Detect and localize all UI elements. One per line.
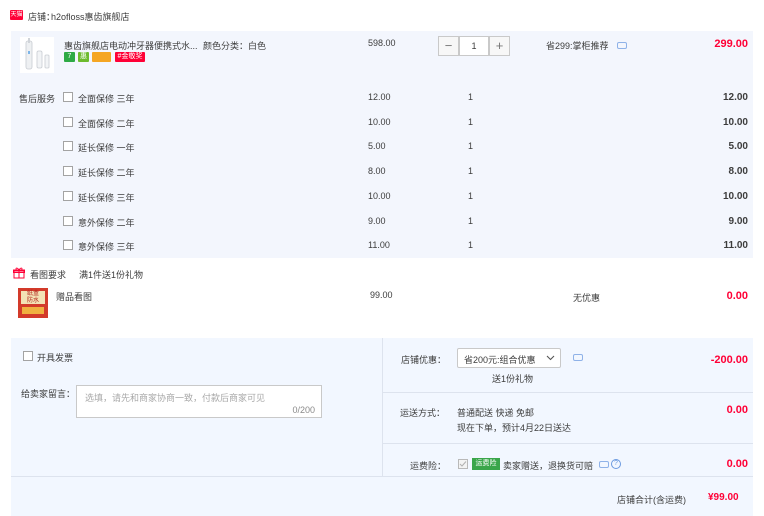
insurance-label: 运费险： (410, 461, 447, 471)
service-option-checkbox[interactable] (63, 117, 73, 127)
service-option-name: 延长保修 一年 (78, 143, 135, 153)
quantity-input[interactable]: 1 (459, 36, 489, 56)
shop-total-label: 店铺合计(含运费) (617, 495, 686, 505)
service-option-price: 5.00 (368, 141, 386, 151)
insurance-checkbox[interactable] (458, 459, 468, 469)
shop-discount-gift: 送1份礼物 (492, 374, 534, 384)
water-flosser-icon (25, 38, 50, 70)
service-option-total: 10.00 (722, 117, 748, 128)
service-option-total: 9.00 (728, 216, 748, 227)
product-unit-price: 598.00 (368, 38, 396, 48)
product-tag-award: #金敬奖 (115, 52, 145, 62)
service-option-name: 延长保修 三年 (78, 193, 135, 203)
insurance-amount: 0.00 (726, 458, 748, 470)
row-divider (383, 443, 753, 444)
insurance-badge: 运费险 (472, 458, 500, 470)
quantity-decrease-button[interactable]: − (438, 36, 459, 56)
service-option-checkbox[interactable] (63, 166, 73, 176)
chat-icon[interactable] (573, 354, 583, 361)
gift-rule: 满1件送1份礼物 (79, 270, 144, 280)
service-option-name: 全面保修 二年 (78, 119, 135, 129)
product-tag-7day: 7 (64, 52, 75, 62)
service-option-price: 9.00 (368, 216, 386, 226)
invoice-checkbox[interactable] (23, 351, 33, 361)
product-attr: 颜色分类：白色 (203, 41, 267, 51)
gift-total: 0.00 (726, 290, 748, 302)
row-divider (383, 392, 753, 393)
chat-icon[interactable] (617, 42, 627, 49)
service-option-checkbox[interactable] (63, 216, 73, 226)
help-icon[interactable]: ? (611, 459, 621, 469)
chevron-down-icon (546, 355, 555, 361)
service-option-price: 10.00 (368, 191, 391, 201)
row-divider (11, 476, 753, 477)
service-option-qty: 1 (468, 141, 474, 151)
gift-label: 看图要求 (30, 270, 67, 280)
service-label: 售后服务 (19, 94, 56, 104)
check-icon (459, 461, 467, 467)
gift-thumbnail-text: 纸盒 防水 (21, 291, 45, 304)
discount-note: 省299:掌柜推荐 (546, 41, 609, 51)
gift-thumbnail[interactable]: 纸盒 防水 (18, 288, 48, 318)
shop-header: 天猫 店铺： h2ofloss惠齿旗舰店 (0, 0, 764, 30)
service-option-name: 全面保修 三年 (78, 94, 135, 104)
message-counter: 0/200 (292, 405, 315, 415)
service-option-name: 意外保修 二年 (78, 218, 135, 228)
product-image[interactable] (20, 37, 54, 73)
shop-discount-label: 店铺优惠： (401, 355, 447, 365)
insurance-desc: 卖家赠送，退换货可赔 (503, 461, 594, 471)
product-subtotal: 299.00 (714, 38, 748, 50)
tmall-badge: 天猫 (10, 10, 23, 20)
gift-item-name: 赠品看图 (56, 292, 93, 302)
service-option-total: 5.00 (728, 141, 748, 152)
service-option-checkbox[interactable] (63, 191, 73, 201)
shipping-amount: 0.00 (726, 404, 748, 416)
shop-discount-selected: 省200元:组合优惠 (464, 355, 536, 365)
service-option-name: 意外保修 三年 (78, 242, 135, 252)
service-option-total: 10.00 (722, 191, 748, 202)
gift-icon (13, 267, 25, 279)
service-option-checkbox[interactable] (63, 141, 73, 151)
shop-discount-amount: -200.00 (710, 354, 748, 366)
shipping-eta: 现在下单，预计4月22日送达 (457, 423, 572, 433)
service-option-price: 12.00 (368, 92, 391, 102)
service-option-price: 10.00 (368, 117, 391, 127)
shop-total-amount: ¥99.00 (708, 492, 739, 503)
service-option-qty: 1 (468, 191, 474, 201)
service-option-name: 延长保修 二年 (78, 168, 135, 178)
message-placeholder: 选填，请先和商家协商一致，付款后商家可见 (85, 393, 266, 403)
service-option-price: 8.00 (368, 166, 386, 176)
service-option-qty: 1 (468, 216, 474, 226)
service-option-qty: 1 (468, 92, 474, 102)
chat-icon[interactable] (599, 461, 609, 468)
message-textarea[interactable]: 选填，请先和商家协商一致，付款后商家可见 0/200 (76, 385, 322, 418)
service-option-total: 12.00 (722, 92, 748, 103)
gift-discount: 无优惠 (573, 293, 601, 303)
quantity-value: 1 (471, 41, 477, 51)
service-option-qty: 1 (468, 166, 474, 176)
service-option-qty: 1 (468, 117, 474, 127)
shop-discount-select[interactable]: 省200元:组合优惠 (457, 348, 561, 368)
gift-price: 99.00 (370, 290, 393, 300)
service-option-checkbox[interactable] (63, 92, 73, 102)
message-label: 给卖家留言： (21, 389, 76, 399)
service-option-checkbox[interactable] (63, 240, 73, 250)
credit-card-icon (92, 52, 111, 62)
shop-name-link[interactable]: h2ofloss惠齿旗舰店 (51, 10, 130, 23)
service-option-total: 8.00 (728, 166, 748, 177)
shipping-label: 运送方式： (400, 408, 446, 418)
invoice-label: 开具发票 (37, 353, 74, 363)
column-divider (382, 338, 383, 476)
product-title-link[interactable]: 惠齿旗舰店电动冲牙器便携式水... (64, 39, 198, 52)
service-option-price: 11.00 (368, 240, 390, 250)
service-option-total: 11.00 (723, 240, 748, 251)
quantity-increase-button[interactable]: + (489, 36, 510, 56)
shipping-method: 普通配送 快递 免邮 (457, 408, 535, 418)
service-option-qty: 1 (468, 240, 474, 250)
product-tag-hui: 惠 (78, 52, 89, 62)
